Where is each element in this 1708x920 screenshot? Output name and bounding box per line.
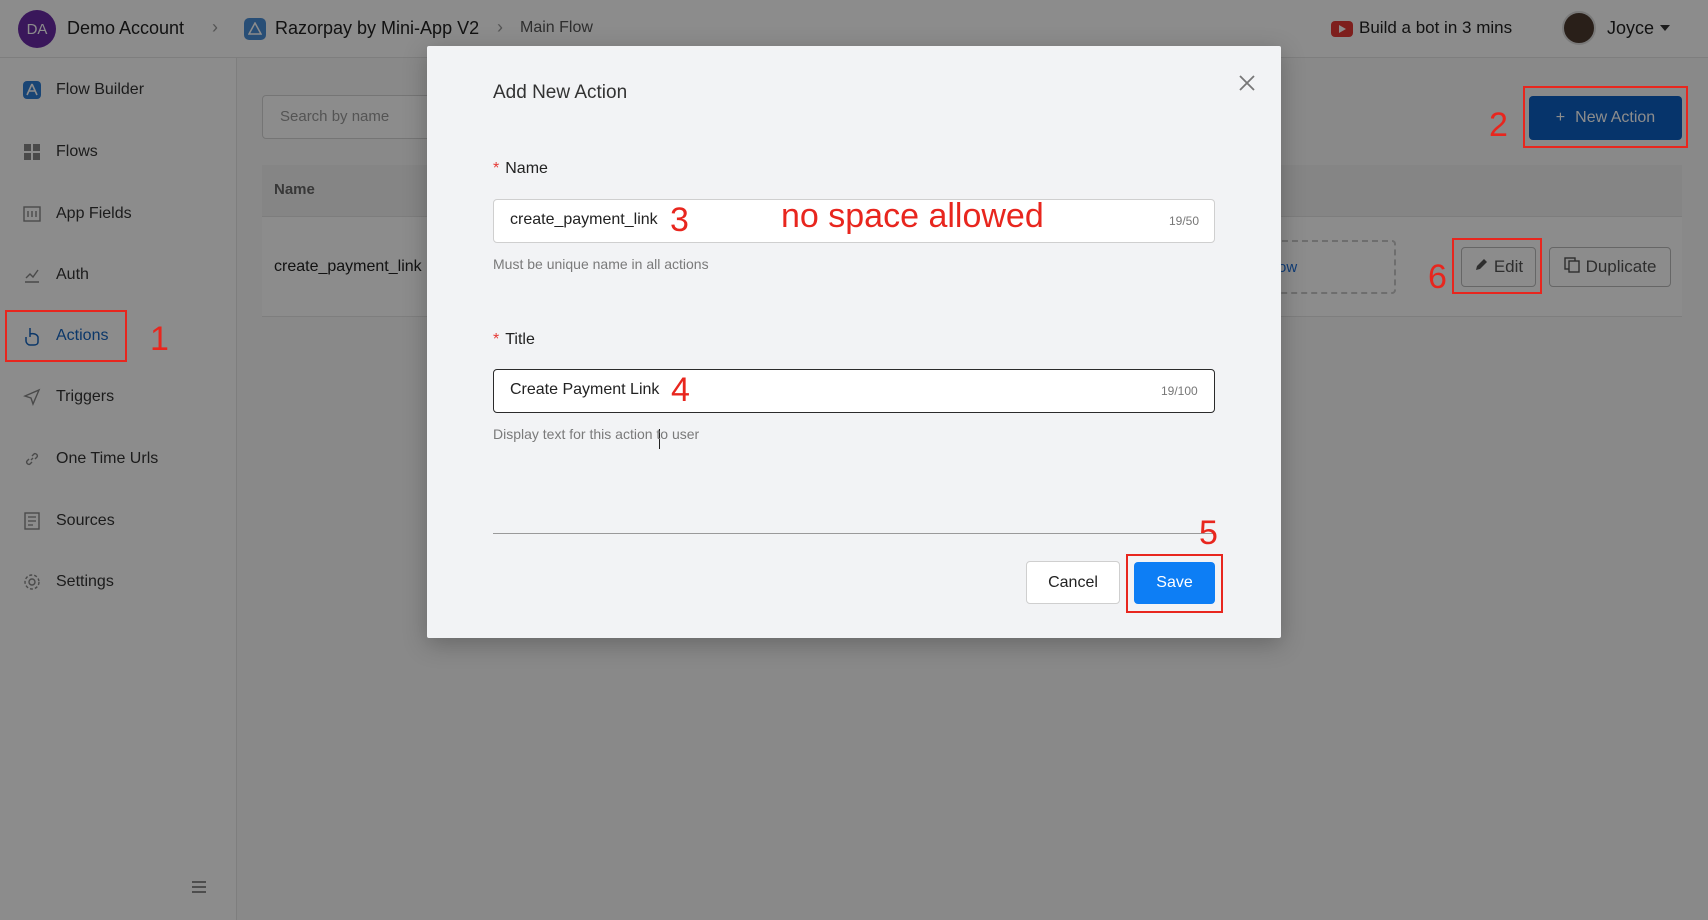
annotation-box-actions	[5, 310, 127, 362]
title-input[interactable]: Create Payment Link	[493, 369, 1215, 413]
modal-divider	[493, 533, 1215, 534]
annotation-step-6: 6	[1428, 258, 1447, 296]
annotation-step-3: 3	[670, 201, 689, 239]
annotation-box-new-action	[1523, 86, 1688, 148]
name-char-counter: 19/50	[1169, 214, 1200, 228]
cancel-button[interactable]: Cancel	[1026, 561, 1120, 604]
name-hint: Must be unique name in all actions	[493, 256, 709, 272]
required-mark: *	[493, 160, 500, 177]
title-field-label: * Title	[493, 331, 535, 348]
title-hint: Display text for this action to user	[493, 426, 700, 442]
name-field-label: * Name	[493, 160, 548, 177]
annotation-box-save	[1126, 554, 1223, 613]
add-action-modal: Add New Action * Name create_payment_link…	[427, 46, 1281, 638]
modal-title: Add New Action	[493, 82, 628, 103]
close-icon[interactable]	[1235, 71, 1259, 95]
annotation-no-space-note: no space allowed	[781, 197, 1044, 235]
required-mark: *	[493, 331, 500, 348]
annotation-step-1: 1	[150, 320, 169, 358]
annotation-box-edit	[1452, 238, 1542, 294]
annotation-step-4: 4	[671, 371, 690, 409]
title-char-counter: 19/100	[1161, 384, 1198, 398]
annotation-step-2: 2	[1489, 106, 1508, 144]
annotation-step-5: 5	[1199, 514, 1218, 552]
